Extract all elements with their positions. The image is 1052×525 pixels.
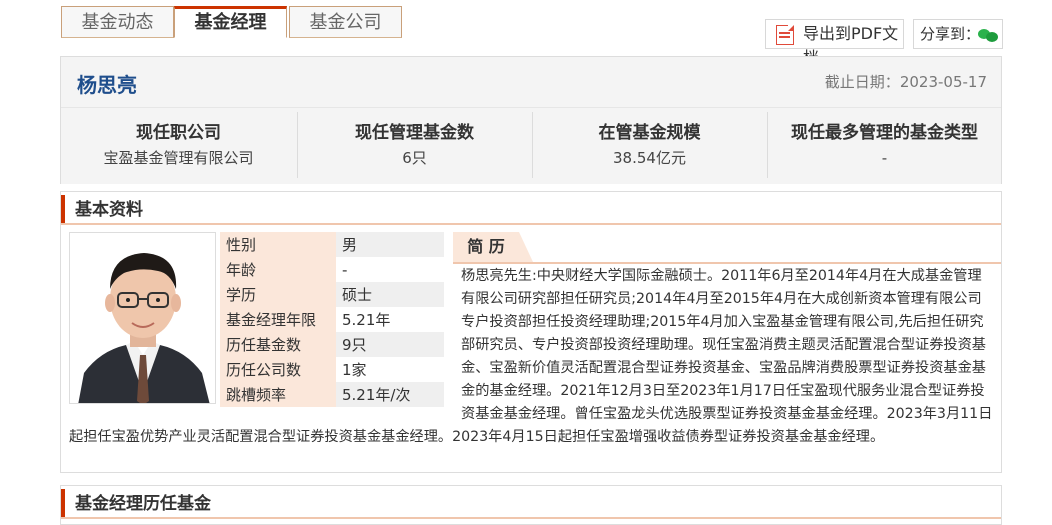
stats-strip: 现任职公司 宝盈基金管理有限公司 现任管理基金数 6只 在管基金规模 38.54… xyxy=(61,107,1001,184)
share-button[interactable]: 分享到： xyxy=(913,19,1003,49)
divider xyxy=(61,517,1001,519)
attr-value: 男 xyxy=(336,232,444,257)
basic-info-panel: 基本资料 性别 男 年龄 - 学历 硕士 基金经理年限 5.21年 历任基金数 … xyxy=(60,191,1002,473)
deadline-text: 截止日期：2023-05-17 xyxy=(825,71,987,92)
stat-label: 现任管理基金数 xyxy=(355,123,474,143)
attr-key: 性别 xyxy=(220,232,336,257)
resume-text: 杨思亮先生:中央财经大学国际金融硕士。2011年6月至2014年4月在大成基金管… xyxy=(69,265,993,449)
tab-fund-manager[interactable]: 基金经理 xyxy=(174,6,287,38)
pdf-icon xyxy=(776,25,794,45)
deadline-date: 2023-05-17 xyxy=(899,73,987,91)
share-label: 分享到： xyxy=(920,25,981,43)
manager-summary-panel: 杨思亮 截止日期：2023-05-17 现任职公司 宝盈基金管理有限公司 现任管… xyxy=(60,56,1002,184)
manager-name: 杨思亮 xyxy=(77,73,137,97)
stat-value: 6只 xyxy=(402,149,427,167)
section-title: 基金经理历任基金 xyxy=(61,489,1001,519)
stat-value: 38.54亿元 xyxy=(613,149,686,167)
stat-label: 现任最多管理的基金类型 xyxy=(791,123,978,143)
stat-label: 在管基金规模 xyxy=(598,123,701,143)
section-title: 基本资料 xyxy=(61,195,1001,225)
stat-value: - xyxy=(881,149,888,167)
export-pdf-button[interactable]: 导出到PDF文档 xyxy=(765,19,904,67)
stat-fund-count: 现任管理基金数 6只 xyxy=(298,120,531,176)
stat-fund-type: 现任最多管理的基金类型 - xyxy=(768,120,1001,176)
divider xyxy=(61,223,1001,225)
stat-current-company: 现任职公司 宝盈基金管理有限公司 xyxy=(61,120,296,176)
resume-title: 简 历 xyxy=(453,232,533,262)
tab-fund-news[interactable]: 基金动态 xyxy=(61,6,174,38)
stat-label: 现任职公司 xyxy=(136,123,221,143)
stat-fund-scale: 在管基金规模 38.54亿元 xyxy=(533,120,766,176)
resume-header: 简 历 xyxy=(453,232,1001,264)
deadline-label: 截止日期： xyxy=(824,73,900,91)
photo-wrap-spacer xyxy=(69,265,461,405)
wechat-icon[interactable] xyxy=(978,28,998,42)
tab-fund-company[interactable]: 基金公司 xyxy=(289,6,402,38)
stat-value: 宝盈基金管理有限公司 xyxy=(103,149,254,167)
table-row: 性别男 xyxy=(220,232,444,257)
career-panel: 基金经理历任基金 xyxy=(60,485,1002,525)
